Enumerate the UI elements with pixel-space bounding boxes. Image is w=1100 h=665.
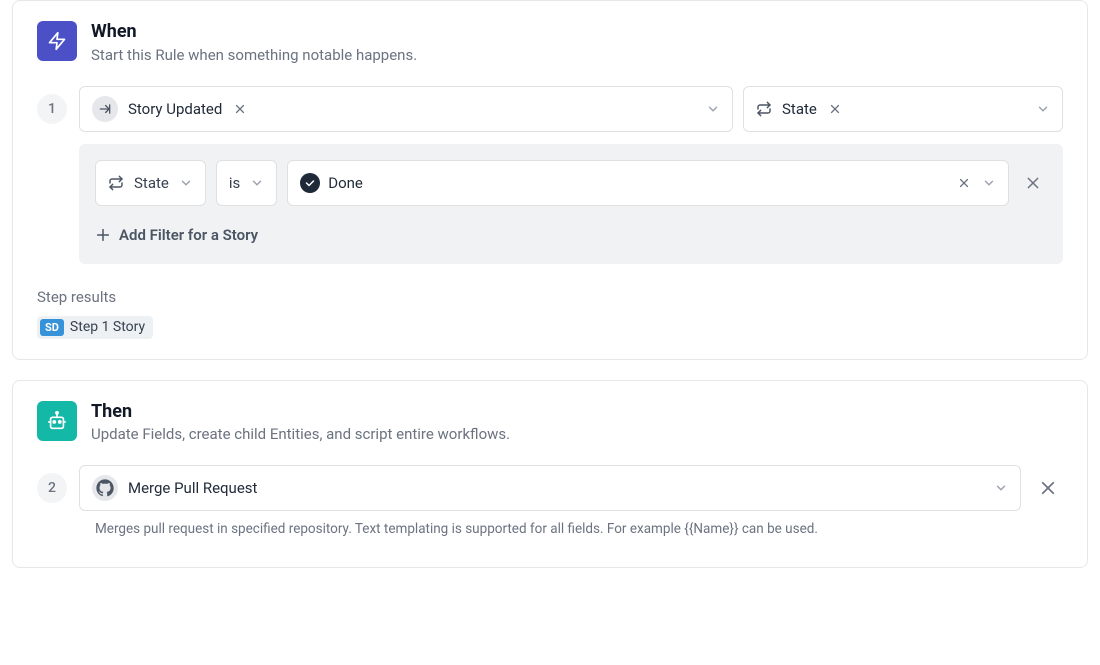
action-help-text: Merges pull request in specified reposit… [95, 521, 1063, 537]
step-2-row: 2 Merge Pull Request [37, 465, 1063, 511]
field-label: State [782, 100, 817, 118]
plus-icon [95, 227, 111, 243]
filter-panel: State is [79, 144, 1063, 264]
field-select[interactable]: State [743, 86, 1063, 132]
trigger-clear-icon[interactable] [232, 103, 248, 115]
step-results: Step results SD Step 1 Story [37, 288, 1063, 339]
chevron-down-icon [994, 481, 1008, 495]
step-results-label: Step results [37, 288, 1063, 306]
step-number-1: 1 [37, 94, 67, 124]
check-circle-icon [300, 173, 320, 193]
chevron-down-icon [179, 176, 193, 190]
delete-step-button[interactable] [1033, 479, 1063, 497]
add-filter-button[interactable]: Add Filter for a Story [95, 222, 1047, 248]
refresh-icon [756, 101, 772, 117]
step-1-row: 1 Story Updated [37, 86, 1063, 264]
then-title: Then [91, 401, 510, 423]
add-filter-label: Add Filter for a Story [119, 226, 258, 244]
trigger-label: Story Updated [128, 100, 222, 118]
step-result-chip[interactable]: SD Step 1 Story [37, 316, 153, 339]
filter-operator-select[interactable]: is [216, 160, 277, 206]
chevron-down-icon [250, 176, 264, 190]
value-clear-icon[interactable] [956, 177, 972, 189]
filter-value-label: Done [328, 174, 363, 192]
chevron-down-icon [706, 102, 720, 116]
when-subtitle: Start this Rule when something notable h… [91, 46, 417, 64]
result-text: Step 1 Story [70, 319, 145, 335]
filter-value-select[interactable]: Done [287, 160, 1009, 206]
filter-attribute-label: State [134, 174, 169, 192]
github-icon [92, 475, 118, 501]
result-badge: SD [40, 319, 64, 336]
filter-row: State is [95, 160, 1047, 206]
update-icon [92, 96, 118, 122]
chevron-down-icon [1036, 102, 1050, 116]
when-header: When Start this Rule when something nota… [37, 21, 1063, 64]
trigger-select[interactable]: Story Updated [79, 86, 733, 132]
robot-icon [37, 401, 77, 441]
lightning-icon [37, 21, 77, 61]
then-subtitle: Update Fields, create child Entities, an… [91, 425, 510, 443]
filter-operator-label: is [229, 174, 240, 192]
then-header: Then Update Fields, create child Entitie… [37, 401, 1063, 444]
remove-filter-button[interactable] [1019, 175, 1047, 191]
chevron-down-icon [982, 176, 996, 190]
then-section: Then Update Fields, create child Entitie… [12, 380, 1088, 569]
when-section: When Start this Rule when something nota… [12, 0, 1088, 360]
action-label: Merge Pull Request [128, 479, 984, 497]
when-title: When [91, 21, 417, 43]
refresh-icon [108, 175, 124, 191]
filter-attribute-select[interactable]: State [95, 160, 206, 206]
field-clear-icon[interactable] [827, 103, 843, 115]
action-select[interactable]: Merge Pull Request [79, 465, 1021, 511]
step-number-2: 2 [37, 473, 67, 503]
